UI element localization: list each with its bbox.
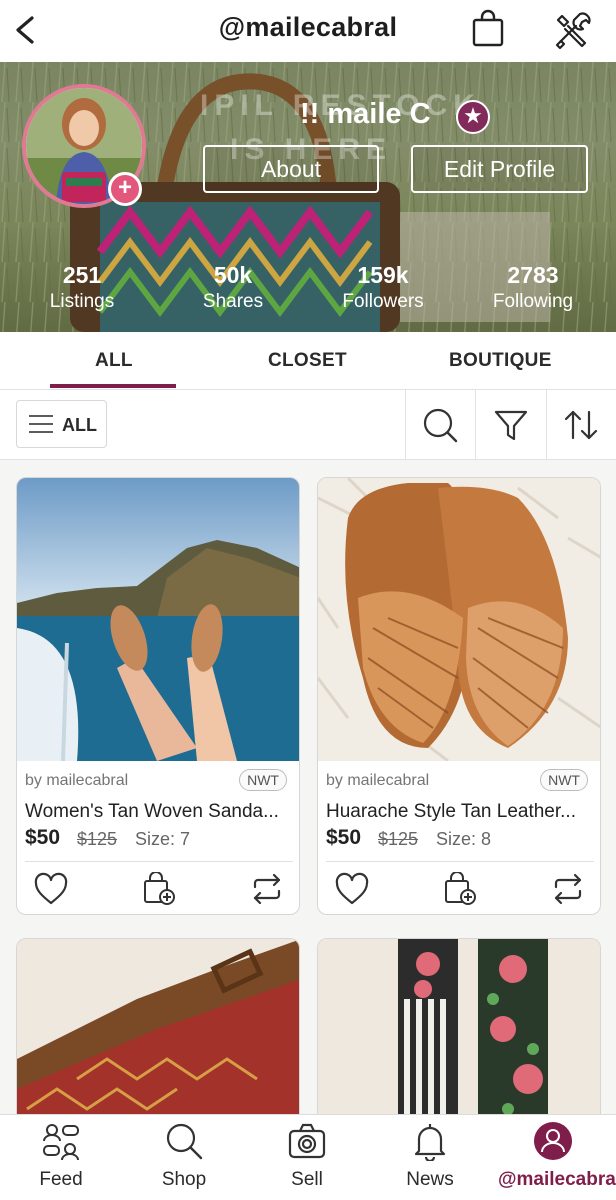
filter-bar: ALL [0, 390, 616, 460]
listing-price: $50 [25, 826, 61, 849]
heart-icon[interactable] [33, 872, 69, 906]
add-to-bundle-icon[interactable] [141, 872, 177, 906]
seller-label[interactable]: by mailecabral [25, 772, 128, 790]
add-photo-button[interactable]: + [108, 172, 142, 206]
seller-label[interactable]: by mailecabral [326, 772, 429, 790]
original-price: $125 [378, 829, 419, 849]
listing-price: $50 [326, 826, 362, 849]
about-button[interactable]: About [203, 145, 379, 193]
nav-feed-label: Feed [39, 1169, 83, 1190]
stat-listings[interactable]: 251 Listings [12, 262, 152, 313]
bottom-navigation: Feed Shop Sell News @mailecabral [0, 1114, 616, 1200]
nav-sell-label: Sell [291, 1169, 323, 1190]
share-icon[interactable] [550, 872, 586, 906]
stat-shares[interactable]: 50k Shares [163, 262, 303, 313]
divider [475, 390, 476, 460]
listing-image[interactable] [17, 939, 299, 1128]
nav-sell[interactable]: Sell [252, 1115, 362, 1200]
listing-title[interactable]: Huarache Style Tan Leather... [326, 801, 596, 823]
menu-icon [29, 415, 53, 433]
nav-shop[interactable]: Shop [129, 1115, 239, 1200]
divider [326, 861, 594, 862]
search-icon [166, 1123, 203, 1160]
nav-feed[interactable]: Feed [6, 1115, 116, 1200]
heart-icon[interactable] [334, 872, 370, 906]
listing-card[interactable] [16, 938, 300, 1128]
condition-badge: NWT [540, 769, 588, 791]
profile-icon [534, 1122, 572, 1160]
listing-image[interactable] [318, 478, 600, 761]
listing-card[interactable] [317, 938, 601, 1128]
stat-followers[interactable]: 159k Followers [313, 262, 453, 313]
listing-card[interactable]: by mailecabral NWT Women's Tan Woven San… [16, 477, 300, 915]
sort-icon[interactable] [562, 406, 600, 444]
stat-value: 2783 [507, 262, 559, 288]
search-icon[interactable] [421, 406, 459, 444]
listing-size: Size: 7 [135, 829, 191, 849]
stat-label: Listings [49, 291, 115, 312]
nav-news-label: News [406, 1169, 454, 1190]
profile-name: !! maile C [300, 98, 431, 130]
share-icon[interactable] [249, 872, 285, 906]
stat-label: Followers [342, 291, 424, 312]
top-bar: @mailecabral [0, 0, 616, 62]
tab-all[interactable]: ALL [95, 350, 133, 372]
feed-icon [43, 1124, 79, 1161]
listing-card[interactable]: by mailecabral NWT Huarache Style Tan Le… [317, 477, 601, 915]
bell-icon [414, 1124, 446, 1161]
category-filter-label: ALL [62, 415, 97, 435]
active-tab-indicator [50, 384, 176, 388]
condition-badge: NWT [239, 769, 287, 791]
listing-image[interactable] [318, 939, 600, 1128]
stat-label: Following [492, 291, 574, 312]
nav-profile[interactable]: @mailecabral [498, 1115, 616, 1200]
divider [546, 390, 547, 460]
category-filter-button[interactable]: ALL [16, 400, 107, 448]
listing-title[interactable]: Women's Tan Woven Sanda... [25, 801, 295, 823]
stat-value: 251 [62, 262, 102, 288]
nav-shop-label: Shop [161, 1169, 207, 1190]
tab-boutique[interactable]: BOUTIQUE [449, 350, 552, 372]
listing-image[interactable] [17, 478, 299, 761]
nav-profile-label: @mailecabral [498, 1169, 616, 1190]
page-title: @mailecabral [218, 12, 398, 42]
edit-profile-button[interactable]: Edit Profile [411, 145, 588, 193]
stat-following[interactable]: 2783 Following [463, 262, 603, 313]
stat-value: 159k [357, 262, 409, 288]
add-to-bundle-icon[interactable] [442, 872, 478, 906]
stat-label: Shares [202, 291, 264, 312]
divider [25, 861, 293, 862]
closet-tabs: ALL CLOSET BOUTIQUE [0, 332, 616, 390]
tools-icon[interactable] [552, 10, 592, 50]
star-badge-icon: ★ [456, 100, 490, 134]
camera-icon [288, 1123, 326, 1159]
stat-value: 50k [213, 262, 253, 288]
tab-closet[interactable]: CLOSET [268, 350, 347, 372]
original-price: $125 [77, 829, 118, 849]
filter-icon[interactable] [492, 406, 530, 444]
shopping-bag-icon[interactable] [470, 8, 506, 48]
nav-news[interactable]: News [375, 1115, 485, 1200]
divider [405, 390, 406, 460]
listing-size: Size: 8 [436, 829, 492, 849]
